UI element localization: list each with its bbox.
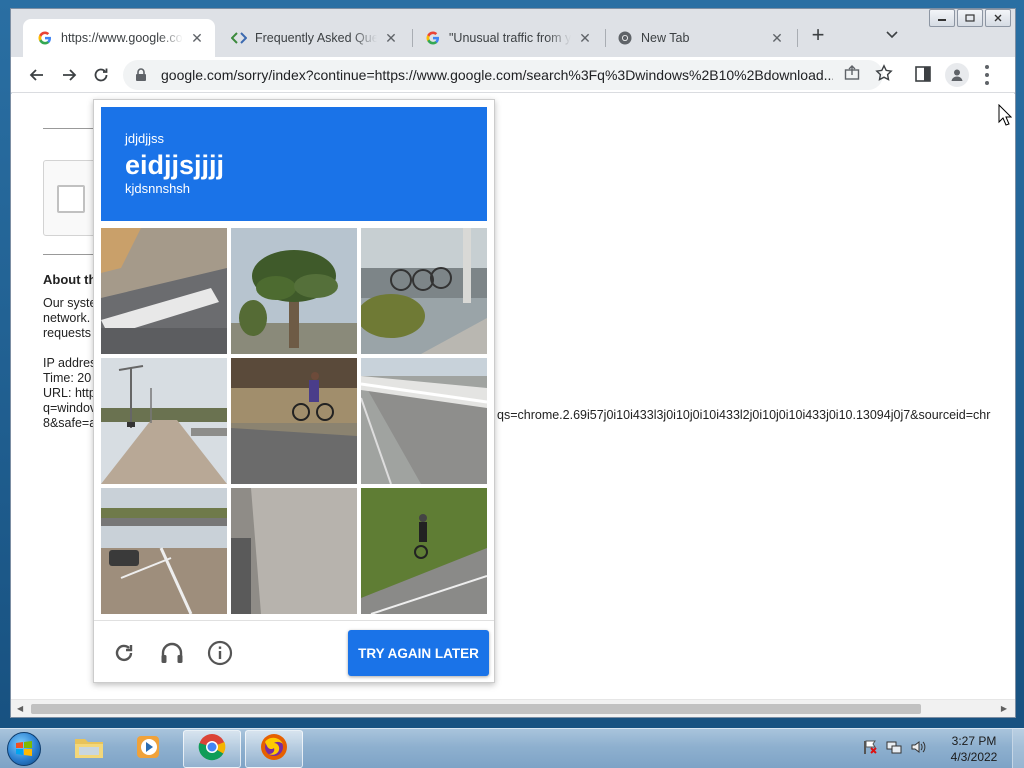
network-icon[interactable] — [886, 739, 902, 755]
taskbar-firefox[interactable] — [245, 730, 303, 768]
system-clock[interactable]: 3:27 PM 4/3/2022 — [944, 733, 1004, 765]
tab-title: Frequently Asked Questions — [255, 31, 377, 45]
tab-close-icon[interactable]: ✕ — [577, 30, 593, 46]
firefox-icon — [259, 732, 289, 767]
bookmark-star-icon[interactable] — [875, 64, 893, 82]
cyclist-grass-tile[interactable] — [361, 488, 487, 614]
restore-button[interactable] — [957, 9, 983, 27]
scrollbar-thumb[interactable] — [31, 704, 921, 714]
audio-headphones-icon[interactable] — [158, 639, 186, 667]
media-player-icon — [134, 733, 164, 766]
paragraph-line: Our syste — [43, 296, 97, 310]
google-g-icon — [425, 30, 441, 46]
mouse-cursor-icon — [998, 103, 1013, 126]
crosswalk-road-tile[interactable] — [101, 228, 227, 354]
tab-strip: https://www.google.com ✕ Frequently Aske… — [11, 9, 1015, 57]
tab-close-icon[interactable]: ✕ — [769, 30, 785, 46]
address-url: google.com/sorry/index?continue=https://… — [161, 67, 833, 83]
palm-tree-tile[interactable] — [231, 228, 357, 354]
challenge-footer: TRY AGAIN LATER — [94, 620, 494, 684]
info-icon[interactable] — [206, 639, 234, 667]
window-controls — [929, 9, 1011, 27]
profile-avatar-icon[interactable] — [945, 63, 969, 87]
side-panel-icon[interactable] — [915, 66, 933, 84]
tab-close-icon[interactable]: ✕ — [189, 30, 205, 46]
new-tab-button[interactable]: + — [807, 24, 829, 47]
lock-icon[interactable] — [135, 68, 149, 82]
start-button[interactable] — [4, 731, 44, 767]
reload-challenge-icon[interactable] — [110, 639, 138, 667]
info-line: URL: http — [43, 386, 96, 400]
info-line: 8&safe=a — [43, 416, 97, 430]
horizontal-scrollbar[interactable]: ◀ ▶ — [11, 699, 1015, 717]
paragraph-line: requests — [43, 326, 91, 340]
tab-close-icon[interactable]: ✕ — [383, 30, 399, 46]
google-g-icon — [37, 30, 53, 46]
url-continuation-text: qs=chrome.2.69i57j0i10i433l3j0i10j0i10i4… — [497, 408, 991, 422]
taskbar-explorer[interactable] — [60, 730, 118, 768]
clock-time: 3:27 PM — [951, 734, 997, 748]
chrome-icon — [197, 732, 227, 767]
close-window-button[interactable] — [985, 9, 1011, 27]
tab-unusual-traffic[interactable]: "Unusual traffic from your ✕ — [411, 19, 603, 57]
challenge-instruction: jdjdjjss — [125, 131, 165, 146]
try-again-later-button[interactable]: TRY AGAIN LATER — [348, 630, 489, 676]
minimize-button[interactable] — [929, 9, 955, 27]
reload-icon[interactable] — [91, 65, 111, 85]
bicycles-rack-tile[interactable] — [361, 228, 487, 354]
recaptcha-checkbox[interactable] — [57, 185, 85, 213]
challenge-header: jdjdjjss eidjjsjjjj kjdsnnshsh — [101, 107, 487, 221]
browser-toolbar: google.com/sorry/index?continue=https://… — [11, 57, 1015, 93]
bridge-railing-tile[interactable] — [361, 358, 487, 484]
about-heading: About th — [43, 272, 97, 287]
tab-search-chevron-icon[interactable] — [885, 27, 903, 45]
paragraph-line: network. — [43, 311, 91, 325]
chrome-icon — [617, 30, 633, 46]
taskbar-media-player[interactable] — [120, 730, 178, 768]
folder-icon — [73, 733, 105, 766]
info-line: q=windov — [43, 401, 97, 415]
taskbar-chrome[interactable] — [183, 730, 241, 768]
info-line: Time: 20 — [43, 371, 92, 385]
windows-logo-icon — [7, 732, 41, 766]
clock-date: 4/3/2022 — [950, 750, 998, 764]
challenge-subtext: kjdsnnshsh — [125, 181, 191, 196]
scroll-left-icon[interactable]: ◀ — [17, 704, 23, 713]
info-line: IP addres — [43, 356, 97, 370]
code-brackets-icon — [231, 30, 247, 46]
highway-streetlights-tile[interactable] — [101, 358, 227, 484]
scroll-right-icon[interactable]: ▶ — [1001, 704, 1007, 713]
share-icon[interactable] — [843, 64, 861, 82]
back-arrow-icon[interactable] — [27, 65, 47, 85]
overpass-car-tile[interactable] — [101, 488, 227, 614]
cyclist-road-tile[interactable] — [231, 358, 357, 484]
tab-google[interactable]: https://www.google.com ✕ — [23, 19, 215, 57]
challenge-target: eidjjsjjjj — [125, 150, 225, 180]
address-bar[interactable]: google.com/sorry/index?continue=https://… — [123, 60, 883, 90]
flag-icon[interactable] — [862, 739, 878, 755]
volume-icon[interactable] — [910, 739, 926, 755]
tab-new-tab[interactable]: New Tab ✕ — [603, 19, 795, 57]
challenge-image-grid — [101, 228, 487, 614]
tab-title: https://www.google.com — [61, 31, 183, 45]
show-desktop-button[interactable] — [1012, 729, 1024, 768]
tab-faq[interactable]: Frequently Asked Questions ✕ — [217, 19, 409, 57]
tab-title: "Unusual traffic from your — [449, 31, 571, 45]
road-pavement-tile[interactable] — [231, 488, 357, 614]
system-tray — [862, 739, 926, 755]
recaptcha-challenge: jdjdjjss eidjjsjjjj kjdsnnshsh TRY AGAIN… — [93, 99, 495, 683]
tab-title: New Tab — [641, 31, 690, 45]
menu-kebab-icon[interactable] — [983, 65, 991, 85]
taskbar: 3:27 PM 4/3/2022 — [0, 728, 1024, 768]
forward-arrow-icon[interactable] — [59, 65, 79, 85]
